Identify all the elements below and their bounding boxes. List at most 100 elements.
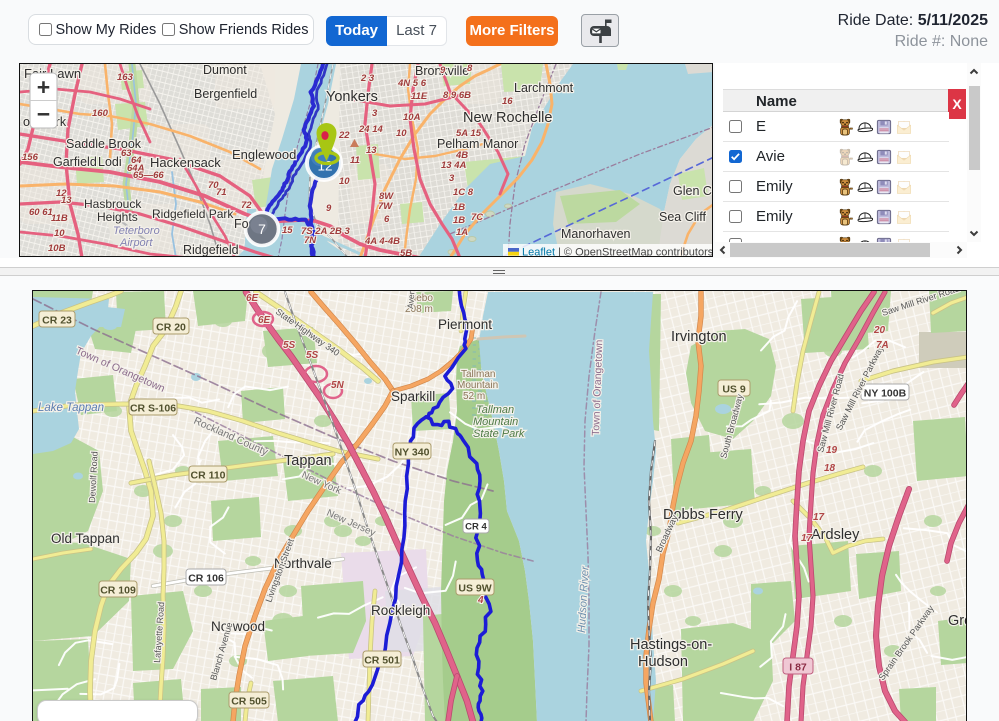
svg-text:1B: 1B bbox=[453, 202, 465, 213]
svg-text:Ridgefield Park: Ridgefield Park bbox=[152, 207, 234, 221]
svg-text:CR 501: CR 501 bbox=[364, 654, 400, 666]
svg-text:Piermont: Piermont bbox=[438, 317, 492, 332]
svg-text:Norwood: Norwood bbox=[211, 619, 265, 634]
svg-text:Glen Cove: Glen Cove bbox=[673, 184, 713, 198]
svg-text:22: 22 bbox=[338, 130, 350, 141]
svg-text:2 3: 2 3 bbox=[360, 73, 375, 84]
svg-text:US 9W: US 9W bbox=[458, 582, 491, 594]
svg-text:Ardsley: Ardsley bbox=[811, 527, 860, 543]
svg-text:+: + bbox=[37, 74, 50, 100]
svg-text:9: 9 bbox=[326, 203, 332, 214]
svg-text:Larchmont: Larchmont bbox=[514, 81, 574, 95]
svg-text:Mountain: Mountain bbox=[457, 380, 498, 391]
svg-text:Tallman: Tallman bbox=[461, 369, 495, 380]
svg-text:−: − bbox=[37, 101, 50, 127]
svg-text:72: 72 bbox=[241, 200, 252, 211]
svg-text:Sparkill: Sparkill bbox=[391, 389, 435, 404]
svg-text:CR 20: CR 20 bbox=[156, 321, 186, 333]
svg-text:Lodi: Lodi bbox=[98, 155, 122, 169]
svg-text:Dumont: Dumont bbox=[203, 64, 247, 77]
svg-text:8 9 6B: 8 9 6B bbox=[443, 90, 471, 101]
svg-text:11B: 11B bbox=[51, 213, 68, 224]
svg-text:CR 505: CR 505 bbox=[231, 695, 267, 707]
svg-text:11: 11 bbox=[350, 155, 360, 166]
svg-text:10B: 10B bbox=[48, 243, 66, 254]
svg-text:5N: 5N bbox=[331, 380, 345, 391]
svg-text:5B: 5B bbox=[400, 248, 412, 257]
svg-text:4: 4 bbox=[477, 595, 484, 606]
svg-text:CR 106: CR 106 bbox=[188, 572, 224, 584]
svg-text:5A 15: 5A 15 bbox=[456, 128, 482, 139]
svg-text:Mountain: Mountain bbox=[473, 416, 518, 428]
svg-text:CR 109: CR 109 bbox=[100, 584, 136, 596]
svg-text:6E: 6E bbox=[246, 293, 259, 304]
svg-text:10: 10 bbox=[396, 128, 407, 139]
svg-text:4A 4-4B: 4A 4-4B bbox=[364, 236, 400, 247]
svg-text:11E: 11E bbox=[411, 91, 428, 102]
svg-text:19: 19 bbox=[826, 445, 838, 456]
svg-text:13: 13 bbox=[366, 145, 377, 156]
svg-text:Sea Cliff: Sea Cliff bbox=[659, 210, 707, 224]
svg-text:CR 4: CR 4 bbox=[465, 521, 487, 532]
svg-text:Tallman: Tallman bbox=[476, 404, 514, 416]
svg-text:CR 110: CR 110 bbox=[190, 469, 225, 481]
svg-text:24 14: 24 14 bbox=[358, 124, 383, 135]
svg-text:18: 18 bbox=[824, 463, 836, 474]
svg-text:NY 100B: NY 100B bbox=[864, 387, 907, 399]
svg-text:CR 23: CR 23 bbox=[42, 314, 72, 326]
svg-text:Garfield: Garfield bbox=[53, 155, 97, 169]
svg-text:7: 7 bbox=[258, 221, 266, 237]
svg-text:CR S-106: CR S-106 bbox=[130, 402, 176, 414]
svg-text:Pelham Manor: Pelham Manor bbox=[437, 137, 518, 151]
svg-text:Irvington: Irvington bbox=[671, 329, 727, 345]
svg-text:New Rochelle: New Rochelle bbox=[463, 110, 552, 126]
svg-text:Tappan: Tappan bbox=[284, 453, 332, 469]
svg-text:| © OpenStreetMap contributors: | © OpenStreetMap contributors bbox=[558, 247, 713, 258]
svg-text:Manorhaven: Manorhaven bbox=[561, 227, 631, 241]
svg-text:I 87: I 87 bbox=[789, 661, 807, 673]
svg-text:52 m: 52 m bbox=[463, 391, 485, 402]
svg-text:Fo: Fo bbox=[234, 217, 249, 231]
svg-text:156: 156 bbox=[22, 152, 39, 163]
svg-text:Teterboro: Teterboro bbox=[113, 225, 160, 237]
svg-text:Hasbrouck: Hasbrouck bbox=[84, 197, 142, 211]
svg-text:5S: 5S bbox=[283, 340, 296, 351]
svg-text:13 4A: 13 4A bbox=[441, 160, 466, 171]
svg-text:US 9: US 9 bbox=[722, 383, 746, 395]
svg-text:State Park: State Park bbox=[473, 428, 525, 440]
svg-text:Hastings-on-: Hastings-on- bbox=[630, 637, 712, 653]
svg-text:7A: 7A bbox=[876, 340, 889, 351]
svg-text:17: 17 bbox=[801, 533, 813, 544]
svg-text:Hudson: Hudson bbox=[638, 654, 688, 670]
svg-text:Bergenfield: Bergenfield bbox=[194, 87, 257, 101]
svg-text:10: 10 bbox=[54, 228, 65, 239]
svg-text:3: 3 bbox=[372, 108, 378, 119]
svg-text:Lake Tappan: Lake Tappan bbox=[38, 402, 104, 414]
svg-text:9: 9 bbox=[440, 65, 446, 76]
svg-text:16: 16 bbox=[502, 96, 513, 107]
svg-text:6E: 6E bbox=[258, 315, 271, 326]
svg-text:71: 71 bbox=[216, 187, 227, 198]
svg-text:Englewood: Englewood bbox=[232, 147, 296, 162]
svg-text:17: 17 bbox=[813, 512, 825, 523]
svg-text:5S: 5S bbox=[306, 350, 319, 361]
svg-text:20: 20 bbox=[873, 325, 886, 336]
svg-text:NY 340: NY 340 bbox=[395, 446, 430, 458]
svg-text:1B: 1B bbox=[453, 215, 465, 226]
svg-text:4N 5 6: 4N 5 6 bbox=[397, 78, 427, 89]
svg-text:160: 160 bbox=[92, 108, 109, 119]
svg-text:6: 6 bbox=[384, 214, 390, 225]
svg-text:Gre: Gre bbox=[948, 613, 967, 629]
svg-text:7C: 7C bbox=[471, 212, 483, 223]
svg-text:163: 163 bbox=[117, 72, 134, 83]
svg-text:Old Tappan: Old Tappan bbox=[51, 531, 120, 546]
svg-text:Rockleigh: Rockleigh bbox=[371, 603, 430, 618]
svg-text:15: 15 bbox=[282, 225, 293, 236]
svg-text:10: 10 bbox=[339, 176, 350, 187]
svg-text:Heights: Heights bbox=[97, 210, 138, 224]
svg-text:Hackensack: Hackensack bbox=[150, 155, 221, 170]
svg-text:Ridgefield: Ridgefield bbox=[183, 243, 239, 257]
svg-text:1C 8: 1C 8 bbox=[453, 187, 474, 198]
svg-text:Leaflet: Leaflet bbox=[522, 247, 555, 258]
svg-text:7N: 7N bbox=[304, 235, 317, 246]
